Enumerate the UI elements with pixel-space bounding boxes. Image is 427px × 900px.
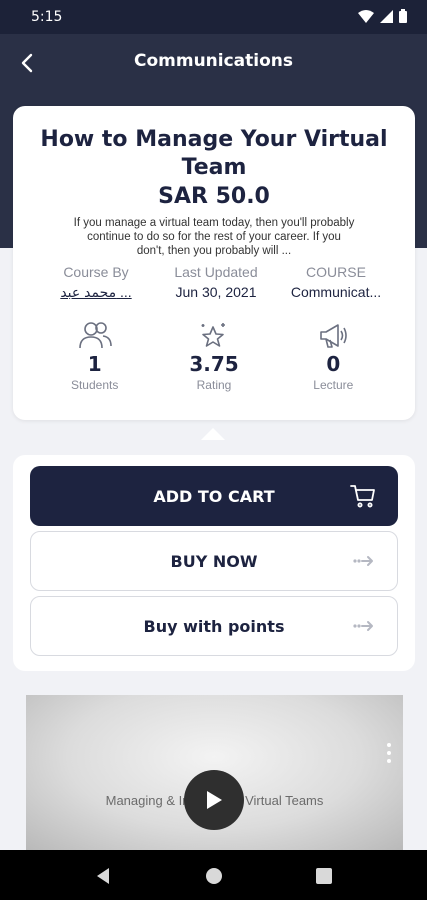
battery-icon: [399, 9, 407, 23]
meta-last-updated: Last Updated Jun 30, 2021: [161, 264, 271, 301]
buy-with-points-button[interactable]: Buy with points: [30, 596, 398, 656]
play-button[interactable]: [184, 770, 244, 830]
meta-label: Course By: [63, 264, 129, 280]
video-player[interactable]: Managing & Influencing Virtual Teams: [26, 695, 403, 850]
students-icon: [35, 320, 154, 350]
status-time: 5:15: [31, 9, 63, 25]
add-to-cart-label: ADD TO CART: [153, 486, 275, 506]
app-bar: Communications: [0, 34, 427, 90]
more-dot-icon: [387, 743, 391, 747]
buy-with-points-label: Buy with points: [143, 616, 285, 636]
nav-home-icon: [206, 868, 222, 884]
nav-back-button[interactable]: [92, 865, 114, 887]
status-bar: 5:15: [0, 0, 427, 34]
arrow-right-icon: [353, 619, 375, 633]
stat-value: 0: [326, 352, 341, 376]
course-stats: 1 Students 3.75 Rating 0 Lecture: [35, 320, 393, 392]
arrow-right-icon: [353, 554, 375, 568]
course-description: If you manage a virtual team today, then…: [73, 217, 355, 257]
course-card: How to Manage Your Virtual Team SAR 50.0…: [13, 106, 415, 420]
system-nav-bar: [0, 850, 427, 900]
stat-label: Rating: [196, 378, 232, 392]
stat-value: 3.75: [189, 352, 239, 376]
nav-recents-button[interactable]: [313, 865, 335, 887]
meta-course-category: COURSE Communicat...: [281, 264, 391, 301]
wifi-icon: [358, 9, 374, 23]
status-icons: [358, 9, 407, 23]
more-dot-icon: [387, 759, 391, 763]
meta-course-by: Course By محمد عبد ...: [41, 264, 151, 301]
cart-icon: [350, 484, 376, 508]
stat-students: 1 Students: [35, 320, 154, 392]
instructor-link[interactable]: محمد عبد ...: [41, 284, 151, 301]
page-title: Communications: [133, 51, 294, 71]
stat-label: Students: [70, 378, 119, 392]
meta-label: Last Updated: [174, 264, 258, 280]
rating-star-icon: [154, 320, 273, 350]
megaphone-icon: [274, 320, 393, 350]
add-to-cart-button[interactable]: ADD TO CART: [30, 466, 398, 526]
stat-rating: 3.75 Rating: [154, 320, 273, 392]
course-meta: Course By محمد عبد ... Last Updated Jun …: [41, 264, 391, 301]
meta-label: COURSE: [306, 264, 366, 280]
signal-icon: [380, 9, 393, 23]
meta-value: Communicat...: [290, 284, 382, 300]
video-menu-button[interactable]: [383, 743, 395, 763]
card-notch: [201, 428, 225, 440]
meta-value: Jun 30, 2021: [175, 284, 257, 300]
nav-home-button[interactable]: [203, 865, 225, 887]
stat-label: Lecture: [313, 378, 354, 392]
stat-lectures: 0 Lecture: [274, 320, 393, 392]
buy-now-button[interactable]: BUY NOW: [30, 531, 398, 591]
purchase-actions: ADD TO CART BUY NOW Buy with points: [13, 455, 415, 671]
nav-back-icon: [97, 868, 109, 884]
buy-now-label: BUY NOW: [170, 551, 258, 571]
nav-recents-icon: [316, 868, 332, 884]
course-price: SAR 50.0: [158, 184, 270, 209]
more-dot-icon: [387, 751, 391, 755]
course-title: How to Manage Your Virtual Team: [40, 127, 388, 180]
play-icon: [207, 791, 222, 809]
stat-value: 1: [87, 352, 102, 376]
